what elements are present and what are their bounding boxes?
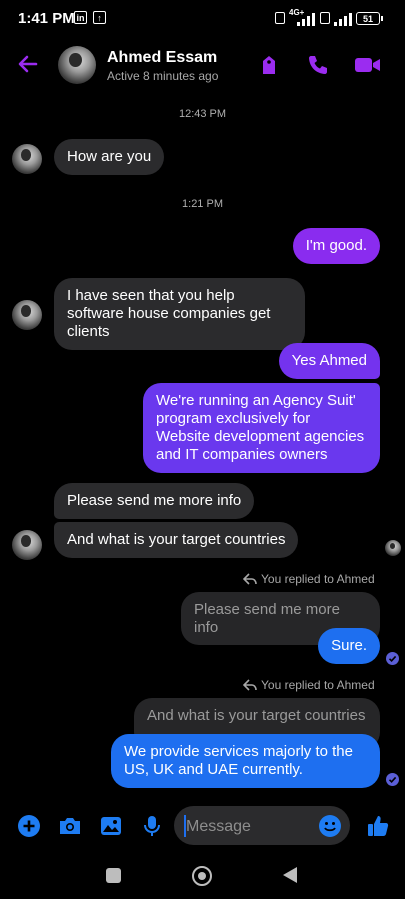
contact-status: Active 8 minutes ago — [107, 69, 219, 83]
message-bubble-incoming[interactable]: Please send me more info — [54, 483, 255, 519]
timestamp: 1:21 PM — [182, 198, 223, 210]
message-bubble-incoming[interactable]: I have seen that you help software house… — [54, 278, 305, 350]
status-time: 1:41 PM — [18, 10, 75, 27]
seen-check-icon — [386, 652, 399, 665]
message-bubble-incoming[interactable]: And what is your target countries — [54, 522, 299, 558]
seen-check-icon — [386, 773, 399, 786]
message-bubble-incoming[interactable]: How are you — [54, 139, 165, 175]
back-nav-button[interactable] — [282, 866, 298, 884]
linkedin-notification-icon: in — [74, 11, 87, 24]
status-bar: 1:41 PM in ↑ 4G+ 51 — [0, 0, 405, 40]
gallery-icon[interactable] — [99, 814, 123, 838]
signal-icon — [297, 13, 315, 26]
sender-avatar — [12, 530, 42, 560]
emoji-icon[interactable] — [318, 814, 342, 838]
back-arrow-icon[interactable] — [16, 52, 40, 76]
volte-icon-2 — [320, 12, 330, 24]
contact-avatar[interactable] — [58, 46, 96, 84]
upload-notification-icon: ↑ — [93, 11, 106, 24]
recents-button[interactable] — [106, 868, 121, 883]
sender-avatar — [12, 144, 42, 174]
sender-avatar — [12, 300, 42, 330]
video-icon[interactable] — [354, 53, 381, 77]
phone-icon[interactable] — [306, 53, 330, 77]
message-bubble-outgoing[interactable]: We're running an Agency Suit' program ex… — [143, 383, 380, 473]
message-placeholder: Message — [186, 818, 251, 835]
thumbs-up-icon[interactable] — [366, 814, 390, 838]
reply-icon — [243, 573, 257, 585]
reply-icon — [243, 679, 257, 691]
message-bubble-outgoing[interactable]: I'm good. — [292, 228, 380, 264]
volte-icon — [275, 12, 285, 24]
battery-icon: 51 — [356, 12, 383, 25]
message-bubble-outgoing[interactable]: Sure. — [318, 628, 380, 664]
contact-name[interactable]: Ahmed Essam — [107, 49, 217, 67]
home-button[interactable] — [192, 866, 212, 886]
signal-icon-2 — [334, 13, 352, 26]
plus-icon[interactable] — [17, 814, 41, 838]
reply-label: You replied to Ahmed — [261, 572, 375, 586]
tag-icon[interactable] — [257, 53, 281, 77]
read-receipt-avatar — [385, 540, 401, 556]
camera-icon[interactable] — [58, 814, 82, 838]
microphone-icon[interactable] — [140, 814, 164, 838]
timestamp: 12:43 PM — [178, 108, 227, 120]
message-bubble-outgoing[interactable]: We provide services majorly to the US, U… — [111, 734, 380, 788]
message-bubble-outgoing[interactable]: Yes Ahmed — [278, 343, 380, 379]
reply-label: You replied to Ahmed — [261, 678, 375, 692]
